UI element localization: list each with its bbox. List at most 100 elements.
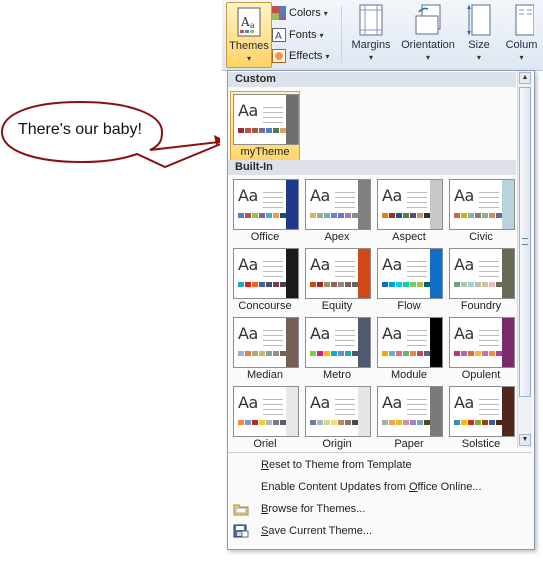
theme-name-label[interactable]: Flow [373, 300, 445, 312]
fonts-button[interactable]: A Fonts ▾ [272, 26, 324, 44]
colors-button[interactable]: Colors ▾ [272, 4, 328, 22]
color-swatch [324, 351, 330, 356]
theme-preview-lines [335, 399, 355, 419]
columns-button[interactable]: Colum ▾ [500, 4, 543, 63]
effects-button[interactable]: Effects ▾ [272, 47, 329, 65]
theme-thumbnail[interactable]: Aa [449, 248, 515, 299]
theme-name-label[interactable]: Equity [301, 300, 373, 312]
theme-thumbnail[interactable]: Aa [377, 317, 443, 368]
size-button[interactable]: Size ▾ [462, 4, 496, 63]
theme-color-swatches [238, 128, 286, 133]
theme-thumbnail[interactable]: Aa [305, 248, 371, 299]
browse-themes-item[interactable]: Browse for Themes... [261, 503, 365, 515]
theme-name-label[interactable]: Paper [373, 438, 445, 450]
color-swatch [317, 351, 323, 356]
theme-preview-lines [479, 261, 499, 281]
theme-preview-lines [335, 261, 355, 281]
color-swatch [245, 351, 251, 356]
color-swatch [352, 351, 358, 356]
fonts-icon: A [272, 28, 286, 42]
effects-icon [272, 49, 286, 63]
theme-thumbnail[interactable]: Aa [233, 386, 299, 437]
color-swatch [280, 351, 286, 356]
theme-name-label[interactable]: Oriel [229, 438, 301, 450]
color-swatch [461, 420, 467, 425]
color-swatch [238, 420, 244, 425]
theme-name-label[interactable]: Module [373, 369, 445, 381]
theme-thumbnail[interactable]: Aa [305, 179, 371, 230]
theme-thumbnail[interactable]: Aa [449, 317, 515, 368]
enable-updates-item[interactable]: Enable Content Updates from Office Onlin… [261, 481, 482, 493]
theme-name-label[interactable]: Solstice [445, 438, 517, 450]
theme-color-swatches [454, 420, 502, 425]
color-swatch [252, 213, 258, 218]
theme-name-label[interactable]: myTheme [229, 146, 301, 158]
color-swatch [280, 128, 286, 133]
theme-name-label[interactable]: Origin [301, 438, 373, 450]
theme-name-label[interactable]: Metro [301, 369, 373, 381]
color-swatch [475, 213, 481, 218]
colors-icon [272, 6, 286, 20]
color-swatch [424, 282, 430, 287]
theme-name-label[interactable]: Office [229, 231, 301, 243]
theme-name-label[interactable]: Foundry [445, 300, 517, 312]
color-swatch [352, 282, 358, 287]
orientation-icon [415, 4, 441, 35]
theme-color-swatches [310, 213, 358, 218]
theme-preview-glyph: Aa [454, 186, 474, 205]
color-swatch [345, 213, 351, 218]
theme-thumbnail[interactable]: Aa [305, 386, 371, 437]
themes-button[interactable]: A a Themes ▾ [226, 2, 272, 68]
color-swatch [417, 213, 423, 218]
theme-thumbnail[interactable]: Aa [233, 179, 299, 230]
color-swatch [273, 351, 279, 356]
color-swatch [273, 282, 279, 287]
theme-preview-glyph: Aa [238, 255, 258, 274]
theme-thumbnail[interactable]: Aa [377, 386, 443, 437]
theme-name-label[interactable]: Aspect [373, 231, 445, 243]
accelerator-key: O [408, 481, 418, 493]
color-swatch [396, 420, 402, 425]
theme-name-label[interactable]: Concourse [229, 300, 301, 312]
color-swatch [489, 420, 495, 425]
reset-theme-item[interactable]: Reset to Theme from Template [261, 459, 412, 471]
ribbon: A a Themes ▾ Colors ▾ A Fonts ▾ Effects ▾ M… [222, 0, 543, 71]
theme-name-label[interactable]: Opulent [445, 369, 517, 381]
theme-thumbnail[interactable]: Aa [233, 317, 299, 368]
theme-preview-glyph: Aa [238, 393, 258, 412]
theme-thumbnail[interactable]: Aa [233, 94, 299, 145]
chevron-down-icon: ▾ [325, 51, 330, 61]
theme-preview-glyph: Aa [310, 186, 330, 205]
theme-thumbnail[interactable]: Aa [377, 248, 443, 299]
orientation-button[interactable]: Orientation ▾ [396, 4, 460, 63]
color-swatch [454, 213, 460, 218]
color-swatch [259, 351, 265, 356]
color-swatch [417, 351, 423, 356]
color-swatch [482, 213, 488, 218]
theme-preview-glyph: Aa [382, 186, 402, 205]
color-swatch [266, 128, 272, 133]
theme-thumbnail[interactable]: Aa [233, 248, 299, 299]
color-swatch [475, 420, 481, 425]
svg-text:a: a [250, 21, 255, 30]
margins-button[interactable]: Margins ▾ [348, 4, 394, 63]
color-swatch [266, 351, 272, 356]
color-swatch [496, 420, 502, 425]
color-swatch [310, 420, 316, 425]
theme-name-label[interactable]: Civic [445, 231, 517, 243]
color-swatch [338, 213, 344, 218]
theme-name-label[interactable]: Median [229, 369, 301, 381]
theme-accent-strip [358, 318, 370, 367]
scroll-thumb[interactable] [519, 87, 531, 397]
theme-thumbnail[interactable]: Aa [305, 317, 371, 368]
theme-preview-lines [479, 330, 499, 350]
theme-thumbnail[interactable]: Aa [449, 386, 515, 437]
theme-name-label[interactable]: Apex [301, 231, 373, 243]
gallery-scrollbar[interactable]: ▲ ▼ [517, 71, 532, 448]
color-swatch [389, 420, 395, 425]
scroll-up-icon[interactable]: ▲ [519, 72, 531, 84]
theme-thumbnail[interactable]: Aa [449, 179, 515, 230]
save-current-theme-item[interactable]: Save Current Theme... [261, 525, 372, 537]
scroll-down-icon[interactable]: ▼ [519, 434, 531, 446]
theme-thumbnail[interactable]: Aa [377, 179, 443, 230]
